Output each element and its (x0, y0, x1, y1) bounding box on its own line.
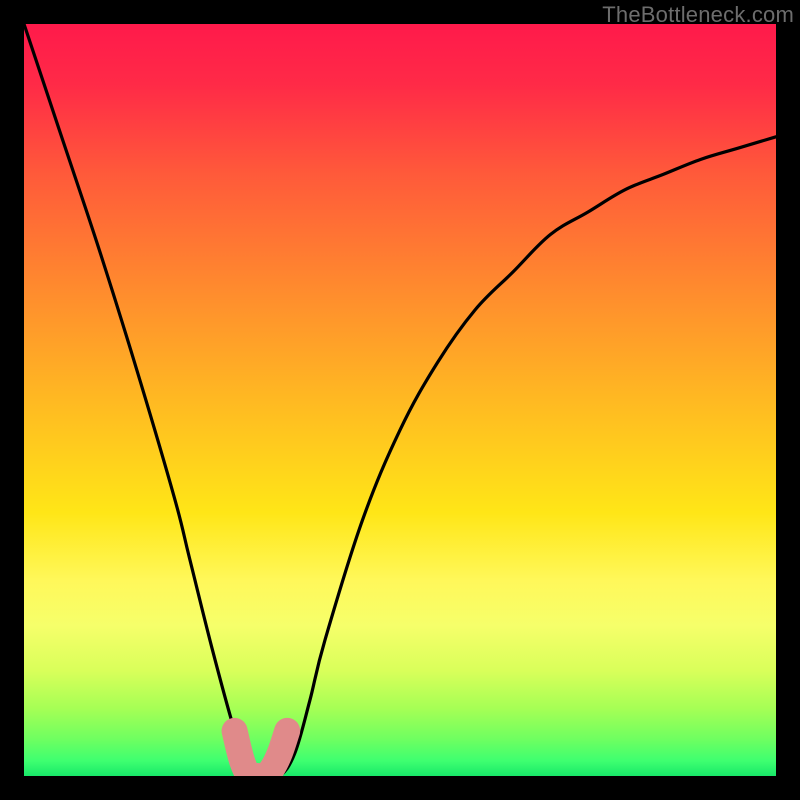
watermark-text: TheBottleneck.com (602, 2, 794, 28)
bottleneck-chart (24, 24, 776, 776)
gradient-background (24, 24, 776, 776)
chart-frame (24, 24, 776, 776)
